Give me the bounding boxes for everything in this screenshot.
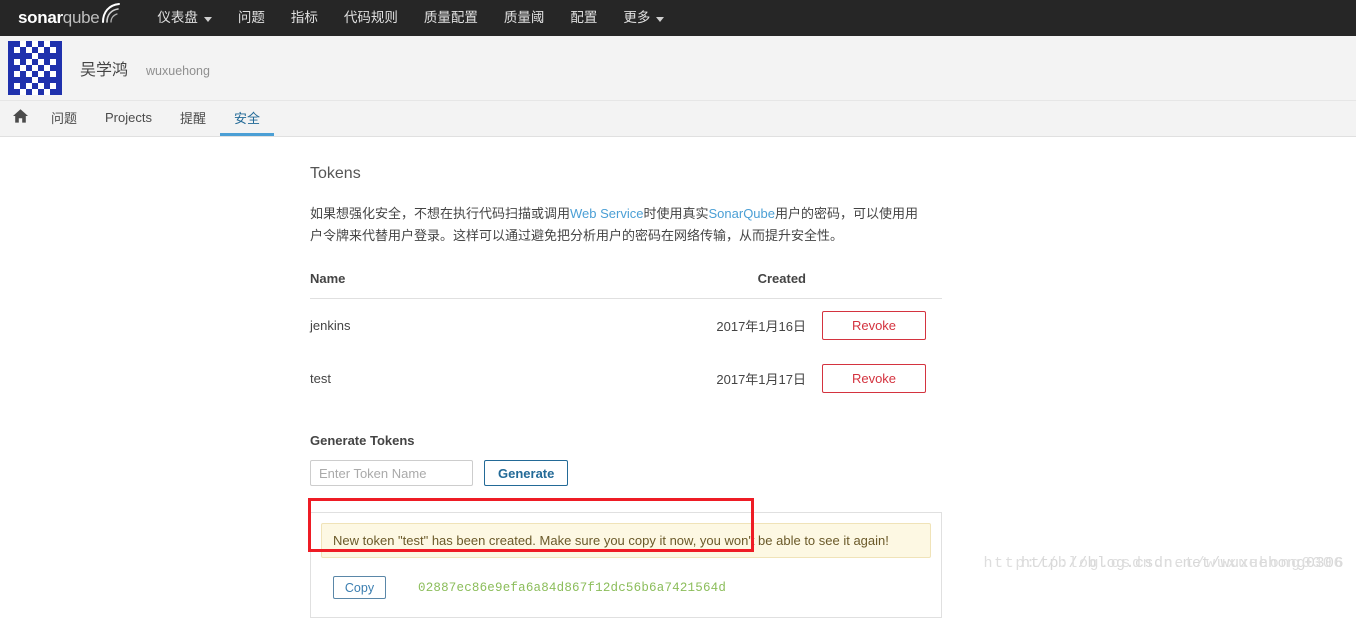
- tokens-table-body: jenkins 2017年1月16日 Revoke test 2017年1月17…: [310, 299, 942, 406]
- revoke-button[interactable]: Revoke: [822, 311, 926, 340]
- column-header-action: [822, 271, 942, 299]
- token-created-date: 2017年1月17日: [716, 372, 806, 387]
- tokens-table-head: Name Created: [310, 271, 942, 299]
- nav-item-quality-gates[interactable]: 质量阈: [491, 0, 558, 36]
- nav-item-administration[interactable]: 配置: [557, 0, 610, 36]
- profile-login: wuxuehong: [146, 64, 210, 78]
- revoke-button[interactable]: Revoke: [822, 364, 926, 393]
- nav-item-label: 问题: [237, 10, 265, 25]
- table-row: test 2017年1月17日 Revoke: [310, 352, 942, 405]
- token-result-panel: New token "test" has been created. Make …: [310, 512, 942, 618]
- column-header-name: Name: [310, 271, 452, 299]
- sidebar-item-label: Projects: [105, 109, 152, 125]
- token-action-cell: Revoke: [822, 352, 942, 405]
- nav-item-measures[interactable]: 指标: [278, 0, 331, 36]
- generate-token-form: Generate: [310, 460, 1356, 486]
- description-part-2: 时使用真实: [643, 206, 709, 221]
- chevron-down-icon: [656, 16, 665, 22]
- description-highlight-web-service: Web Service: [570, 206, 644, 221]
- tokens-description: 如果想强化安全，不想在执行代码扫描或调用Web Service时使用真实Sona…: [310, 203, 930, 247]
- nav-item-label: 质量配置: [423, 10, 478, 25]
- sonarqube-wave-icon: [100, 2, 122, 27]
- sidebar-item-home[interactable]: [8, 101, 37, 136]
- nav-item-label: 仪表盘: [157, 10, 198, 25]
- watermark-text-b: http://blog.csdn.net/wuxuehong0306: [983, 555, 1344, 572]
- sidebar-item-label: 提醒: [179, 110, 206, 126]
- nav-item-label: 指标: [290, 10, 318, 25]
- generate-button[interactable]: Generate: [484, 460, 569, 486]
- nav-item-dashboard[interactable]: 仪表盘: [144, 0, 225, 36]
- nav-item-label: 更多: [623, 10, 651, 25]
- description-highlight-sonarqube: SonarQube: [708, 206, 776, 221]
- nav-item-rules[interactable]: 代码规则: [331, 0, 411, 36]
- brand-sonar-text: sonar: [18, 8, 63, 27]
- copy-button[interactable]: Copy: [333, 576, 386, 599]
- main-content: Tokens 如果想强化安全，不想在执行代码扫描或调用Web Service时使…: [0, 137, 1356, 618]
- chevron-down-icon: [203, 16, 212, 22]
- sub-navigation: 问题 Projects 提醒 安全: [0, 101, 1356, 137]
- identicon-avatar: [8, 41, 62, 95]
- nav-item-more[interactable]: 更多: [610, 0, 677, 36]
- nav-item-label: 配置: [570, 10, 598, 25]
- sidebar-item-notifications[interactable]: 提醒: [166, 101, 220, 136]
- nav-item-label: 质量阈: [503, 10, 545, 25]
- top-navbar: sonar qube 仪表盘 问题 指标 代码规则 质量配置 质量阈 配置 更多: [0, 0, 1356, 36]
- description-part-1: 如果想强化安全，不想在执行代码扫描或调用: [310, 206, 571, 221]
- profile-names: 吴学鸿 wuxuehong: [80, 56, 210, 80]
- token-created-date: 2017年1月16日: [716, 319, 806, 334]
- brand-qube-text: qube: [62, 8, 100, 27]
- profile-full-name: 吴学鸿: [80, 62, 129, 79]
- home-icon: [12, 108, 29, 127]
- sonarqube-logo[interactable]: sonar qube: [10, 3, 122, 28]
- tokens-table: Name Created jenkins 2017年1月16日 Revoke t…: [310, 271, 942, 405]
- sidebar-item-security[interactable]: 安全: [220, 101, 275, 136]
- token-name: jenkins: [310, 318, 351, 333]
- generated-token-value: 02887ec86e9efa6a84d867f12dc56b6a7421564d: [418, 580, 727, 595]
- sidebar-item-projects[interactable]: Projects: [91, 101, 166, 136]
- profile-header: 吴学鸿 wuxuehong: [0, 36, 1356, 101]
- column-header-created: Created: [451, 271, 822, 299]
- token-name-input[interactable]: [310, 460, 473, 486]
- page-title: Tokens: [310, 165, 361, 182]
- token-copy-row: Copy 02887ec86e9efa6a84d867f12dc56b6a742…: [311, 568, 941, 617]
- nav-item-issues[interactable]: 问题: [225, 0, 278, 36]
- token-created-alert: New token "test" has been created. Make …: [321, 523, 931, 558]
- token-name: test: [310, 371, 331, 386]
- sidebar-item-label: 问题: [51, 110, 78, 126]
- table-row: jenkins 2017年1月16日 Revoke: [310, 299, 942, 353]
- generate-tokens-title: Generate Tokens: [310, 433, 415, 448]
- sidebar-item-label: 安全: [234, 110, 261, 126]
- sidebar-item-issues[interactable]: 问题: [37, 101, 91, 136]
- token-action-cell: Revoke: [822, 299, 942, 353]
- nav-item-quality-profiles[interactable]: 质量配置: [411, 0, 491, 36]
- avatar-image: [8, 41, 62, 95]
- watermark: http://blog.csdn.net/wuxuehong0306 http:…: [984, 555, 1344, 572]
- table-header-row: Name Created: [310, 271, 942, 299]
- nav-item-label: 代码规则: [343, 10, 398, 25]
